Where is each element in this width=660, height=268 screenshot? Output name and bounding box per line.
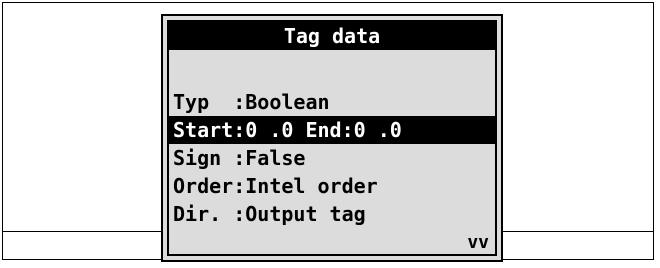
row-label: Order:: [173, 174, 246, 198]
row-value: 0 .0 End:0 .0: [245, 118, 402, 142]
row-value: Intel order: [245, 174, 378, 198]
row-label: Dir. :: [173, 202, 246, 226]
menu-row-dir[interactable]: Dir. :Output tag: [169, 200, 495, 228]
row-value: Boolean: [245, 90, 330, 114]
device-display: Tag data Typ :Boolean Start:0 .0 End:0 .…: [161, 14, 503, 262]
menu-row-typ[interactable]: Typ :Boolean: [169, 88, 495, 116]
row-label: Sign :: [173, 146, 246, 170]
row-label: Typ :: [173, 90, 246, 114]
row-label: Start:: [173, 118, 246, 142]
menu-row-order[interactable]: Order:Intel order: [169, 172, 495, 200]
screen-title: Tag data: [169, 22, 495, 50]
scroll-down-indicator: vv: [467, 232, 489, 253]
row-value: Output tag: [245, 202, 366, 226]
menu-row-sign[interactable]: Sign :False: [169, 144, 495, 172]
row-value: False: [245, 146, 306, 170]
menu-row-start-end[interactable]: Start:0 .0 End:0 .0: [169, 116, 495, 144]
